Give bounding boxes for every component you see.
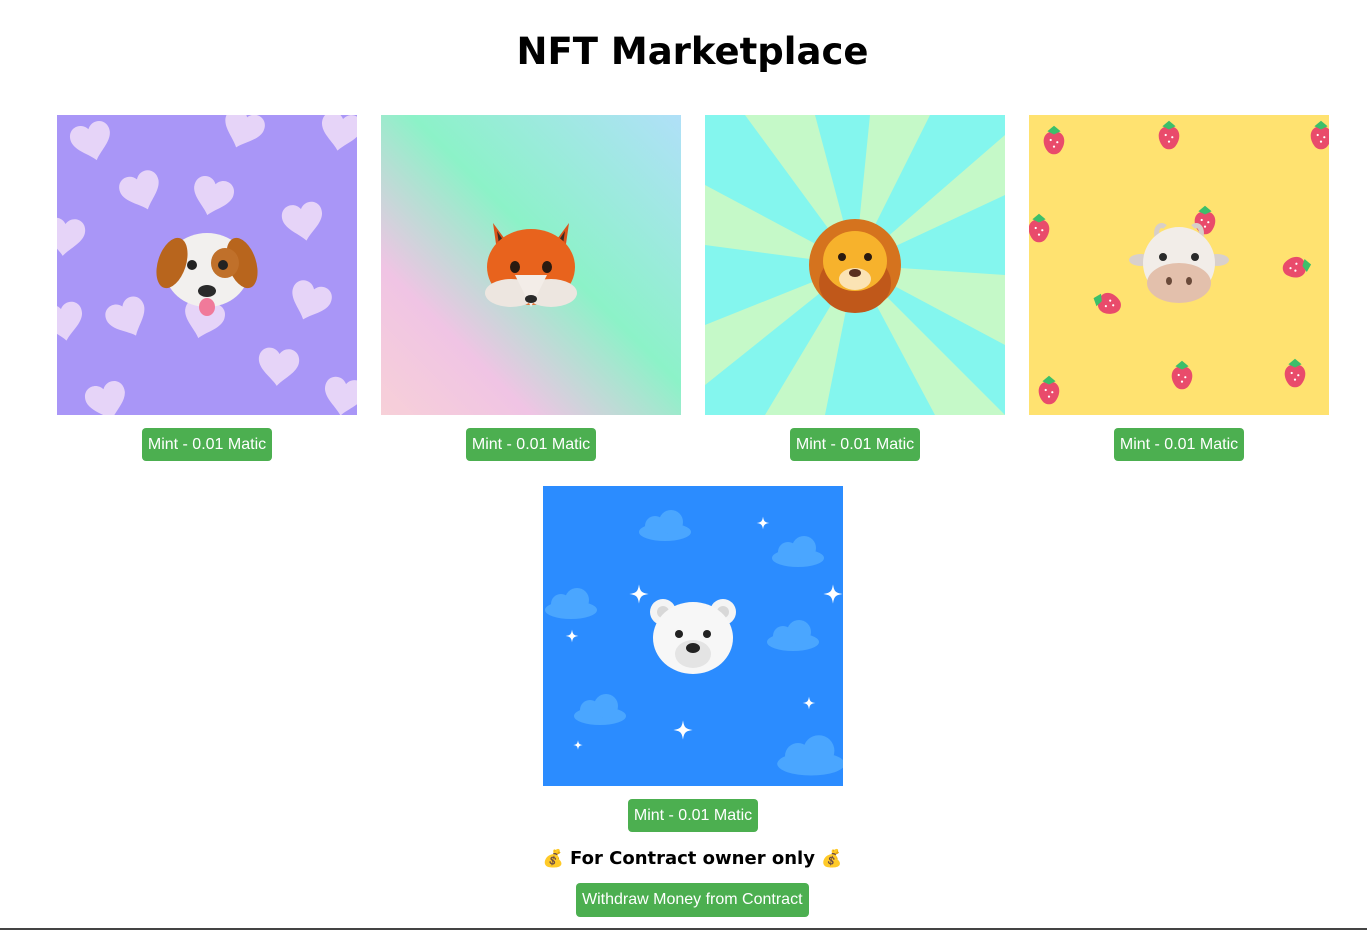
mint-button-polar-bear[interactable]: Mint - 0.01 Matic <box>627 799 759 832</box>
mint-button-dog[interactable]: Mint - 0.01 Matic <box>141 428 273 461</box>
nft-card-lion: Mint - 0.01 Matic <box>705 115 1005 461</box>
nft-image-fox <box>381 115 681 415</box>
owner-section-label: For Contract owner only <box>570 848 815 869</box>
fox-face-icon <box>485 223 577 307</box>
nft-image-dog <box>57 115 357 415</box>
window-bottom-border <box>0 928 1367 930</box>
page-title: NFT Marketplace <box>516 30 869 73</box>
nft-card-cow: Mint - 0.01 Matic <box>1029 115 1329 461</box>
mint-button-lion[interactable]: Mint - 0.01 Matic <box>789 428 921 461</box>
withdraw-button[interactable]: Withdraw Money from Contract <box>576 883 809 917</box>
money-bag-icon: 💰 <box>542 849 564 869</box>
owner-section-heading: 💰 For Contract owner only 💰 <box>0 848 1367 869</box>
money-bag-icon: 💰 <box>821 849 843 869</box>
nft-card-polar-bear: Mint - 0.01 Matic <box>543 486 843 832</box>
nft-image-lion <box>705 115 1005 415</box>
nft-image-polar-bear <box>543 486 843 786</box>
nft-image-cow <box>1029 115 1329 415</box>
mint-button-cow[interactable]: Mint - 0.01 Matic <box>1113 428 1245 461</box>
mint-button-fox[interactable]: Mint - 0.01 Matic <box>465 428 597 461</box>
nft-card-dog: Mint - 0.01 Matic <box>57 115 357 461</box>
nft-card-fox: Mint - 0.01 Matic <box>381 115 681 461</box>
